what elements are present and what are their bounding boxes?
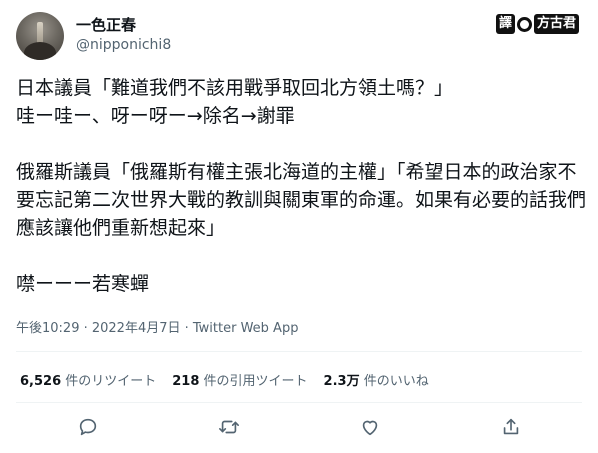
quote-count[interactable]: 218 件の引用ツイート — [172, 370, 307, 389]
engagement-stats: 6,526 件のリツイート 218 件の引用ツイート 2.3万 件のいいね — [20, 370, 429, 389]
like-count-value: 2.3万 — [323, 374, 360, 389]
quote-count-label: 件の引用ツイート — [199, 374, 308, 389]
like-button[interactable] — [359, 416, 381, 438]
like-count-label: 件のいいね — [359, 374, 429, 389]
action-bar — [0, 416, 598, 444]
watermark-dot-icon — [517, 16, 533, 32]
share-button[interactable] — [500, 416, 522, 438]
retweet-count-label: 件のリツイート — [61, 374, 157, 389]
tweet-text: 日本議員「難道我們不該用戰爭取回北方領土嗎？」 哇ー哇ー、呀ー呀ー→除名→謝罪 … — [16, 74, 586, 298]
tweet-paragraph: 噤ーーー若寒蟬 — [16, 273, 150, 295]
author-display-name[interactable]: 一色正春 — [76, 14, 136, 35]
watermark-badge: 譯 — [496, 14, 516, 34]
divider — [16, 351, 582, 352]
heart-icon — [362, 420, 378, 436]
avatar[interactable] — [16, 12, 64, 60]
tweet-paragraph: 日本議員「難道我們不該用戰爭取回北方領土嗎？」 哇ー哇ー、呀ー呀ー→除名→謝罪 — [16, 77, 454, 127]
retweet-icon — [219, 420, 239, 434]
quote-count-value: 218 — [172, 374, 200, 389]
reply-button[interactable] — [77, 416, 99, 438]
retweet-count[interactable]: 6,526 件のリツイート — [20, 370, 156, 389]
watermark-name: 方古君 — [534, 14, 580, 34]
tweet-paragraph: 俄羅斯議員「俄羅斯有權主張北海道的主權」「希望日本的政治家不要忘記第二次世界大戰… — [16, 161, 587, 239]
reply-icon — [79, 418, 97, 436]
divider — [16, 402, 582, 403]
retweet-button[interactable] — [218, 416, 240, 438]
tweet-timestamp[interactable]: 午後10:29 · 2022年4月7日 · Twitter Web App — [16, 317, 298, 336]
share-icon — [503, 418, 519, 435]
watermark: 譯 方古君 — [496, 12, 582, 36]
avatar-dome-shape — [24, 42, 56, 60]
like-count[interactable]: 2.3万 件のいいね — [324, 370, 429, 389]
author-handle[interactable]: @nipponichi8 — [76, 37, 171, 53]
retweet-count-value: 6,526 — [20, 374, 62, 389]
